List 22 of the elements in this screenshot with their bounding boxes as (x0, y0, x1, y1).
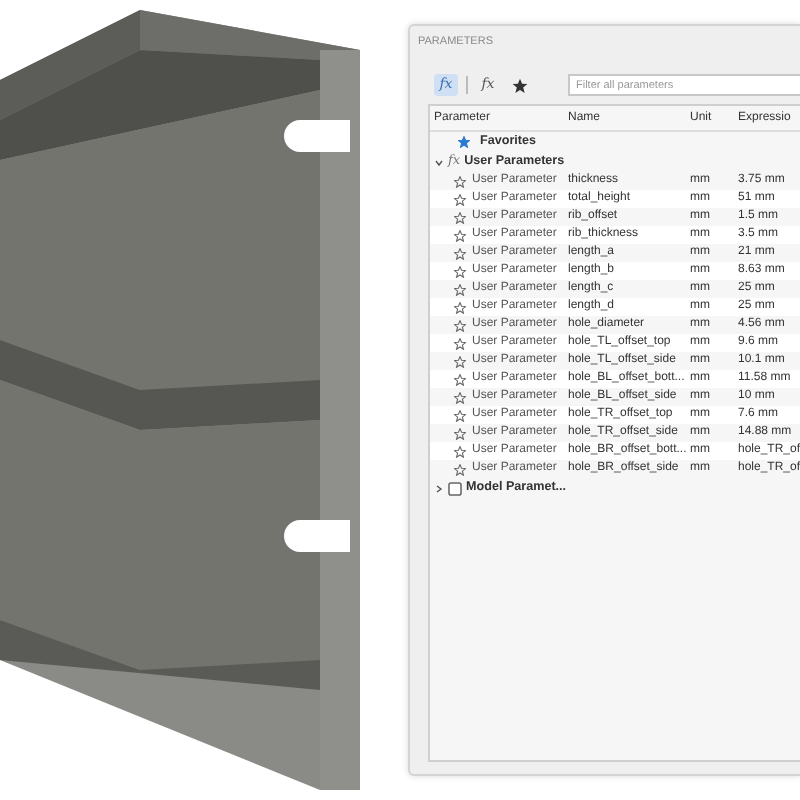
collapse-chevron-icon[interactable] (434, 483, 444, 493)
favorites-button[interactable] (508, 74, 532, 96)
favorite-star-icon[interactable] (454, 337, 466, 349)
favorite-star-icon[interactable] (454, 463, 466, 475)
favorite-star-icon[interactable] (454, 193, 466, 205)
favorite-star-icon[interactable] (454, 175, 466, 187)
favorite-star-icon[interactable] (454, 211, 466, 223)
favorite-star-icon[interactable] (454, 265, 466, 277)
favorite-star-icon[interactable] (454, 409, 466, 421)
favorite-star-icon[interactable] (454, 373, 466, 385)
favorite-star-icon[interactable] (454, 445, 466, 457)
favorite-star-icon[interactable] (454, 301, 466, 313)
favorites-star-icon[interactable] (458, 136, 470, 148)
favorite-star-icon[interactable] (454, 355, 466, 367)
checkbox[interactable] (448, 481, 462, 495)
favorite-star-icon[interactable] (454, 427, 466, 439)
favorite-star-icon[interactable] (454, 391, 466, 403)
favorite-star-icon[interactable] (454, 229, 466, 241)
favorite-star-icon[interactable] (454, 319, 466, 331)
favorite-star-icon[interactable] (454, 283, 466, 295)
favorite-star-icon[interactable] (454, 247, 466, 259)
expand-chevron-icon[interactable] (434, 157, 444, 167)
